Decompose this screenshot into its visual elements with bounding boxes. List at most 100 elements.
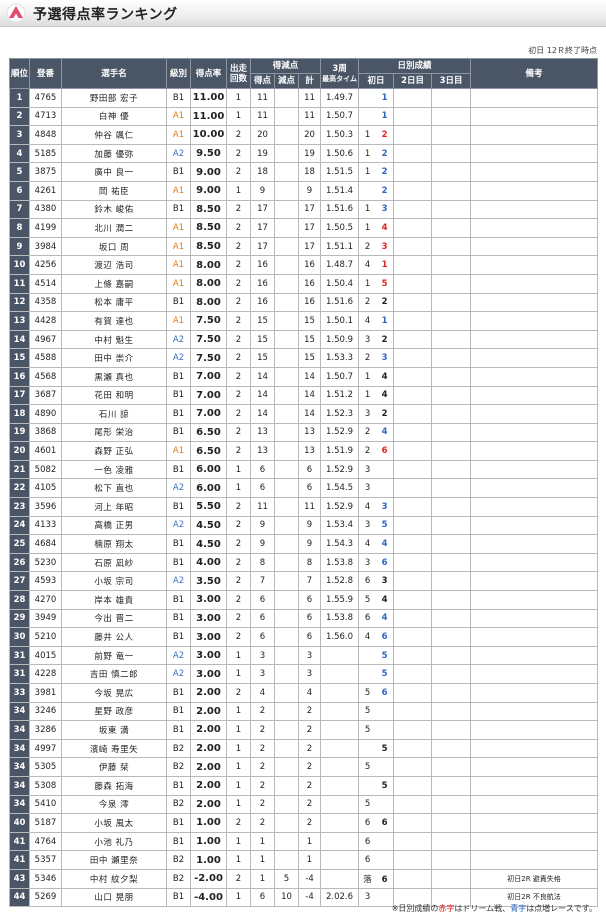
- reg-cell: 5185: [29, 143, 62, 164]
- got-cell: 7: [250, 571, 275, 592]
- day1-race2: 4: [381, 594, 388, 605]
- class-cell: A1: [166, 255, 191, 275]
- reg-cell: 4256: [29, 255, 62, 275]
- reg-cell: 3286: [29, 720, 62, 740]
- minus-cell: [274, 162, 299, 182]
- name-cell: 中村 魁生: [61, 329, 167, 350]
- got-cell: 15: [250, 329, 275, 350]
- name-cell: 北川 潤二: [61, 218, 167, 238]
- total-cell: 15: [297, 311, 322, 331]
- day2-cell: [393, 850, 433, 870]
- minus-cell: [274, 497, 299, 517]
- minus-cell: [274, 608, 299, 629]
- remark-cell: [470, 738, 599, 759]
- day1-cell: 12: [358, 143, 395, 164]
- minus-cell: [274, 88, 299, 108]
- minus-cell: [274, 571, 299, 592]
- lap-cell: 1.51.6: [320, 292, 360, 313]
- class-cell: A1: [166, 218, 191, 238]
- day2-cell: [393, 404, 433, 424]
- reg-cell: 3984: [29, 236, 62, 257]
- minus-cell: [274, 385, 299, 406]
- name-cell: 小池 礼乃: [61, 831, 167, 852]
- got-cell: 19: [250, 143, 275, 164]
- lap-cell: 1.52.8: [320, 571, 360, 592]
- total-cell: 20: [297, 125, 322, 145]
- class-cell: A2: [166, 478, 191, 499]
- rate-cell: 3.00: [190, 608, 227, 629]
- lap-cell: [320, 738, 360, 759]
- total-cell: 8: [297, 552, 322, 573]
- starts-cell: 2: [226, 311, 251, 331]
- day2-cell: [393, 329, 433, 350]
- rate-cell: 7.00: [190, 385, 227, 406]
- day1-race2: 2: [381, 334, 388, 345]
- rank-cell: 10: [9, 255, 30, 275]
- remark-cell: [470, 125, 599, 145]
- day3-cell: [431, 813, 472, 833]
- lap-cell: 1.50.4: [320, 273, 360, 294]
- rate-cell: 5.50: [190, 497, 227, 517]
- rate-cell: -4.00: [190, 887, 227, 908]
- lap-cell: [320, 683, 360, 703]
- table-row: 23 3596 河上 年昭 B1 5.50 2 11 11 1.52.9 4 3: [9, 497, 599, 517]
- table-row: 21 5082 一色 凌雅 B1 6.00 1 6 6 1.52.9 3: [9, 459, 599, 480]
- col-points-group: 得減点: [249, 58, 322, 74]
- starts-cell: 1: [226, 887, 251, 908]
- col-rank: 順位: [9, 58, 30, 89]
- remark-cell: [470, 273, 599, 294]
- day1-cell: 12: [358, 162, 395, 182]
- table-row: 5 3875 廣中 良一 B1 9.00 2 18 18 1.51.5 1 2: [9, 162, 599, 182]
- day3-cell: [431, 497, 472, 517]
- day1-race1: 2: [364, 241, 371, 252]
- starts-cell: 1: [226, 794, 251, 815]
- day1-race1: 3: [364, 557, 371, 568]
- day3-cell: [431, 590, 472, 610]
- day3-cell: [431, 199, 472, 220]
- rank-cell: 15: [9, 348, 30, 368]
- day1-cell: 5: [358, 720, 395, 740]
- lap-cell: 1.53.3: [320, 348, 360, 368]
- lap-cell: 1.50.1: [320, 311, 360, 331]
- day1-cell: 5: [358, 664, 395, 684]
- day1-race1: 2: [364, 427, 371, 438]
- total-cell: 9: [297, 534, 322, 554]
- name-cell: 田中 崇介: [61, 348, 167, 368]
- got-cell: 2: [250, 775, 275, 796]
- reg-cell: 5210: [29, 627, 62, 647]
- lap-cell: 1.50.7: [320, 106, 360, 127]
- table-row: 1 4765 野田部 宏子 B1 11.00 1 11 11 1.49.7 1: [9, 88, 599, 108]
- rate-cell: 4.50: [190, 534, 227, 554]
- reg-cell: 4228: [29, 664, 62, 684]
- starts-cell: 2: [226, 515, 251, 536]
- day1-race2: 2: [381, 148, 388, 159]
- class-cell: B1: [166, 627, 191, 647]
- day1-cell: 46: [358, 627, 395, 647]
- got-cell: 6: [250, 627, 275, 647]
- rate-cell: 2.00: [190, 775, 227, 796]
- day2-cell: [393, 255, 433, 275]
- got-cell: 9: [250, 534, 275, 554]
- starts-cell: 2: [226, 534, 251, 554]
- day1-cell: 22: [358, 292, 395, 313]
- remark-cell: [470, 459, 599, 480]
- day1-cell: 63: [358, 571, 395, 592]
- rank-cell: 44: [9, 887, 30, 908]
- rank-cell: 27: [9, 571, 30, 592]
- status-timestamp: 初日 12Ｒ終了時点: [528, 46, 597, 55]
- minus-cell: [274, 125, 299, 145]
- starts-cell: 1: [226, 106, 251, 127]
- day1-race2: 3: [381, 353, 388, 364]
- reg-cell: 3981: [29, 683, 62, 703]
- class-cell: A2: [166, 571, 191, 592]
- day1-race1: 6: [364, 576, 371, 587]
- rate-cell: 2.00: [190, 683, 227, 703]
- minus-cell: [274, 813, 299, 833]
- class-cell: B2: [166, 794, 191, 815]
- class-cell: B1: [166, 683, 191, 703]
- name-cell: 一色 凌雅: [61, 459, 167, 480]
- name-cell: 松本 庸平: [61, 292, 167, 313]
- minus-cell: [274, 292, 299, 313]
- rank-cell: 11: [9, 273, 30, 294]
- starts-cell: 2: [226, 422, 251, 443]
